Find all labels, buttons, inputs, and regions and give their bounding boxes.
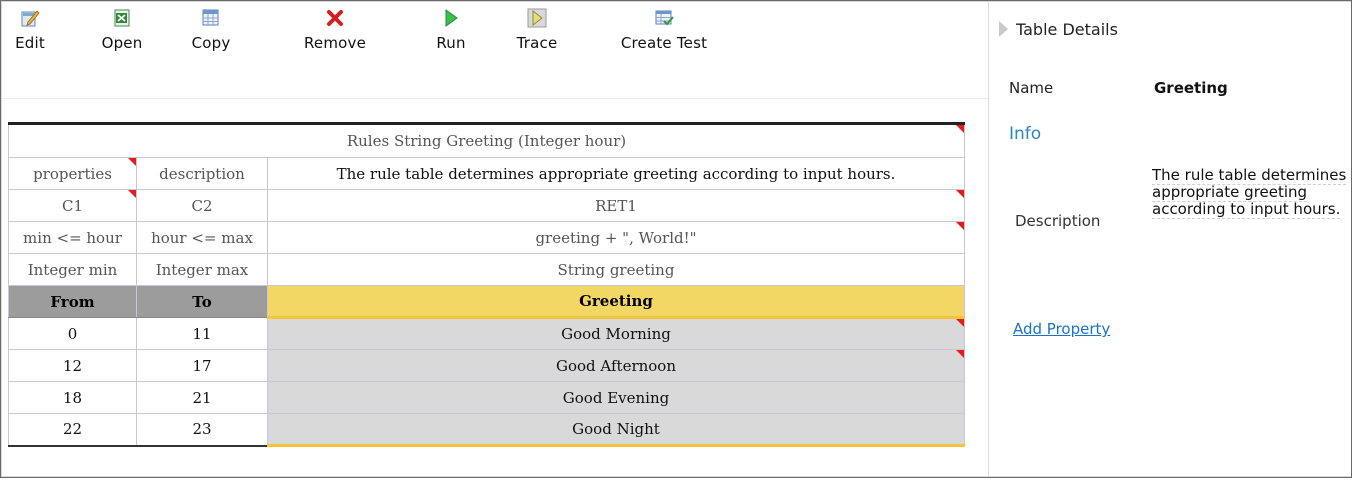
name-value[interactable]: Greeting (1154, 79, 1228, 97)
column-id-cell[interactable]: C2 (136, 189, 268, 222)
column-title-to[interactable]: To (136, 285, 268, 318)
open-button[interactable]: Open (100, 8, 144, 52)
expression-cell[interactable]: greeting + ", World!" (267, 221, 965, 254)
table-row: 18 21 Good Evening (8, 381, 965, 414)
expand-arrow-icon[interactable] (999, 21, 1008, 37)
description-value[interactable]: The rule table determines appropriate gr… (1152, 166, 1347, 219)
description-label: Description (1015, 212, 1101, 230)
remove-icon (327, 10, 343, 26)
table-row: 0 11 Good Morning (8, 317, 965, 350)
data-cell[interactable]: Good Afternoon (267, 349, 965, 382)
description-label-cell[interactable]: description (136, 157, 268, 190)
copy-button[interactable]: Copy (186, 8, 236, 52)
comment-marker (956, 190, 964, 198)
data-cell[interactable]: 21 (136, 381, 268, 414)
comment-marker (956, 125, 964, 133)
excel-icon (114, 9, 130, 27)
trace-button[interactable]: Trace (512, 8, 562, 52)
parameter-cell[interactable]: Integer max (136, 253, 268, 286)
table-details-panel: Table Details Name Greeting Info Descrip… (988, 2, 1351, 476)
info-section-title: Info (1009, 124, 1042, 144)
column-id-cell[interactable]: RET1 (267, 189, 965, 222)
comment-marker (128, 158, 136, 166)
name-label: Name (1009, 79, 1054, 97)
column-id-cell[interactable]: C1 (8, 189, 137, 222)
expression-cell[interactable]: hour <= max (136, 221, 268, 254)
table-row: 22 23 Good Night (8, 413, 965, 447)
panel-header[interactable]: Table Details (999, 20, 1118, 39)
comment-marker (956, 350, 964, 358)
data-cell[interactable]: 22 (8, 413, 137, 447)
comment-marker (956, 222, 964, 230)
data-cell[interactable]: 18 (8, 381, 137, 414)
parameter-cell[interactable]: String greeting (267, 253, 965, 286)
data-cell[interactable]: Good Evening (267, 381, 965, 414)
data-cell[interactable]: 11 (136, 317, 268, 350)
edit-icon (21, 10, 40, 27)
toolbar: Edit Open Copy Remove Run Trace Create T… (2, 2, 988, 99)
remove-button[interactable]: Remove (292, 8, 378, 52)
create-test-icon (655, 10, 674, 26)
copy-table-icon (202, 9, 219, 26)
properties-cell[interactable]: properties (8, 157, 137, 190)
rules-table: Rules String Greeting (Integer hour) pro… (8, 122, 965, 447)
data-cell[interactable]: 17 (136, 349, 268, 382)
description-cell[interactable]: The rule table determines appropriate gr… (267, 157, 965, 190)
run-button[interactable]: Run (432, 8, 470, 52)
data-cell[interactable]: Good Morning (267, 317, 965, 350)
edit-button[interactable]: Edit (12, 8, 48, 52)
play-icon (445, 9, 458, 27)
table-row: 12 17 Good Afternoon (8, 349, 965, 382)
data-cell[interactable]: 23 (136, 413, 268, 447)
parameter-cell[interactable]: Integer min (8, 253, 137, 286)
data-cell[interactable]: Good Night (267, 413, 965, 447)
add-property-link[interactable]: Add Property (1013, 320, 1110, 338)
comment-marker (128, 190, 136, 198)
column-title-greeting[interactable]: Greeting (267, 285, 965, 319)
data-cell[interactable]: 0 (8, 317, 137, 350)
expression-cell[interactable]: min <= hour (8, 221, 137, 254)
create-test-button[interactable]: Create Test (602, 8, 726, 52)
data-cell[interactable]: 12 (8, 349, 137, 382)
trace-icon (527, 8, 547, 28)
column-title-from[interactable]: From (8, 285, 137, 318)
comment-marker (956, 319, 964, 327)
table-header[interactable]: Rules String Greeting (Integer hour) (8, 122, 965, 158)
